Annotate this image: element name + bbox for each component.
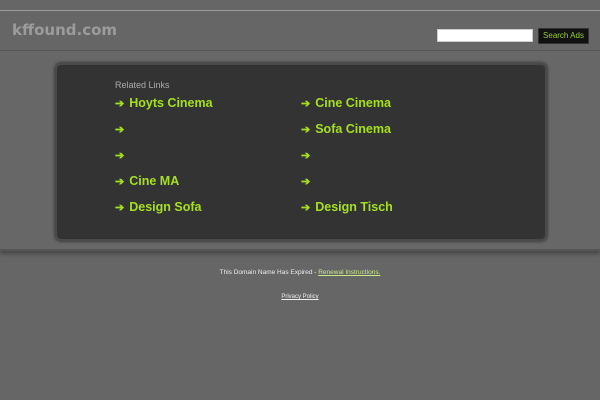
site-logo[interactable]: kffound.com (12, 21, 117, 39)
related-link-label: Design Tisch (315, 200, 393, 214)
arrow-right-icon: ➔ (301, 150, 311, 162)
arrow-right-icon: ➔ (115, 98, 125, 110)
related-link-label: Cine MA (129, 174, 180, 188)
arrow-right-icon: ➔ (115, 150, 125, 162)
related-link[interactable]: ➔ Sofa Cinema (301, 122, 391, 136)
related-links-title: Related Links (115, 80, 170, 90)
top-divider (0, 10, 600, 11)
header-divider (0, 50, 600, 51)
search-input[interactable] (437, 29, 533, 42)
related-link-label: Sofa Cinema (315, 122, 391, 136)
search-ads-button[interactable]: Search Ads (538, 28, 589, 44)
arrow-right-icon: ➔ (301, 176, 311, 188)
arrow-right-icon: ➔ (301, 98, 311, 110)
arrow-right-icon: ➔ (115, 124, 125, 136)
privacy-row: Privacy Policy (0, 294, 600, 300)
arrow-right-icon: ➔ (301, 124, 311, 136)
arrow-right-icon: ➔ (115, 202, 125, 214)
privacy-policy-link[interactable]: Privacy Policy (281, 294, 318, 300)
related-link[interactable]: ➔ (115, 122, 129, 136)
arrow-right-icon: ➔ (115, 176, 125, 188)
related-link[interactable]: ➔ (115, 148, 129, 162)
related-link[interactable]: ➔ Hoyts Cinema (115, 96, 213, 110)
related-link[interactable]: ➔ (301, 148, 315, 162)
arrow-right-icon: ➔ (301, 202, 311, 214)
related-link-label: Design Sofa (129, 200, 202, 214)
related-link[interactable]: ➔ (301, 174, 315, 188)
expired-text: This Domain Name Has Expired - (219, 269, 319, 276)
related-link[interactable]: ➔ Cine Cinema (301, 96, 391, 110)
related-link[interactable]: ➔ Design Sofa (115, 200, 201, 214)
related-link-label: Cine Cinema (315, 96, 391, 110)
related-link[interactable]: ➔ Design Tisch (301, 200, 393, 214)
expired-notice: This Domain Name Has Expired - Renewal I… (0, 269, 600, 276)
related-link[interactable]: ➔ Cine MA (115, 174, 179, 188)
renewal-link[interactable]: Renewal Instructions. (318, 269, 380, 276)
related-link-label: Hoyts Cinema (129, 96, 213, 110)
